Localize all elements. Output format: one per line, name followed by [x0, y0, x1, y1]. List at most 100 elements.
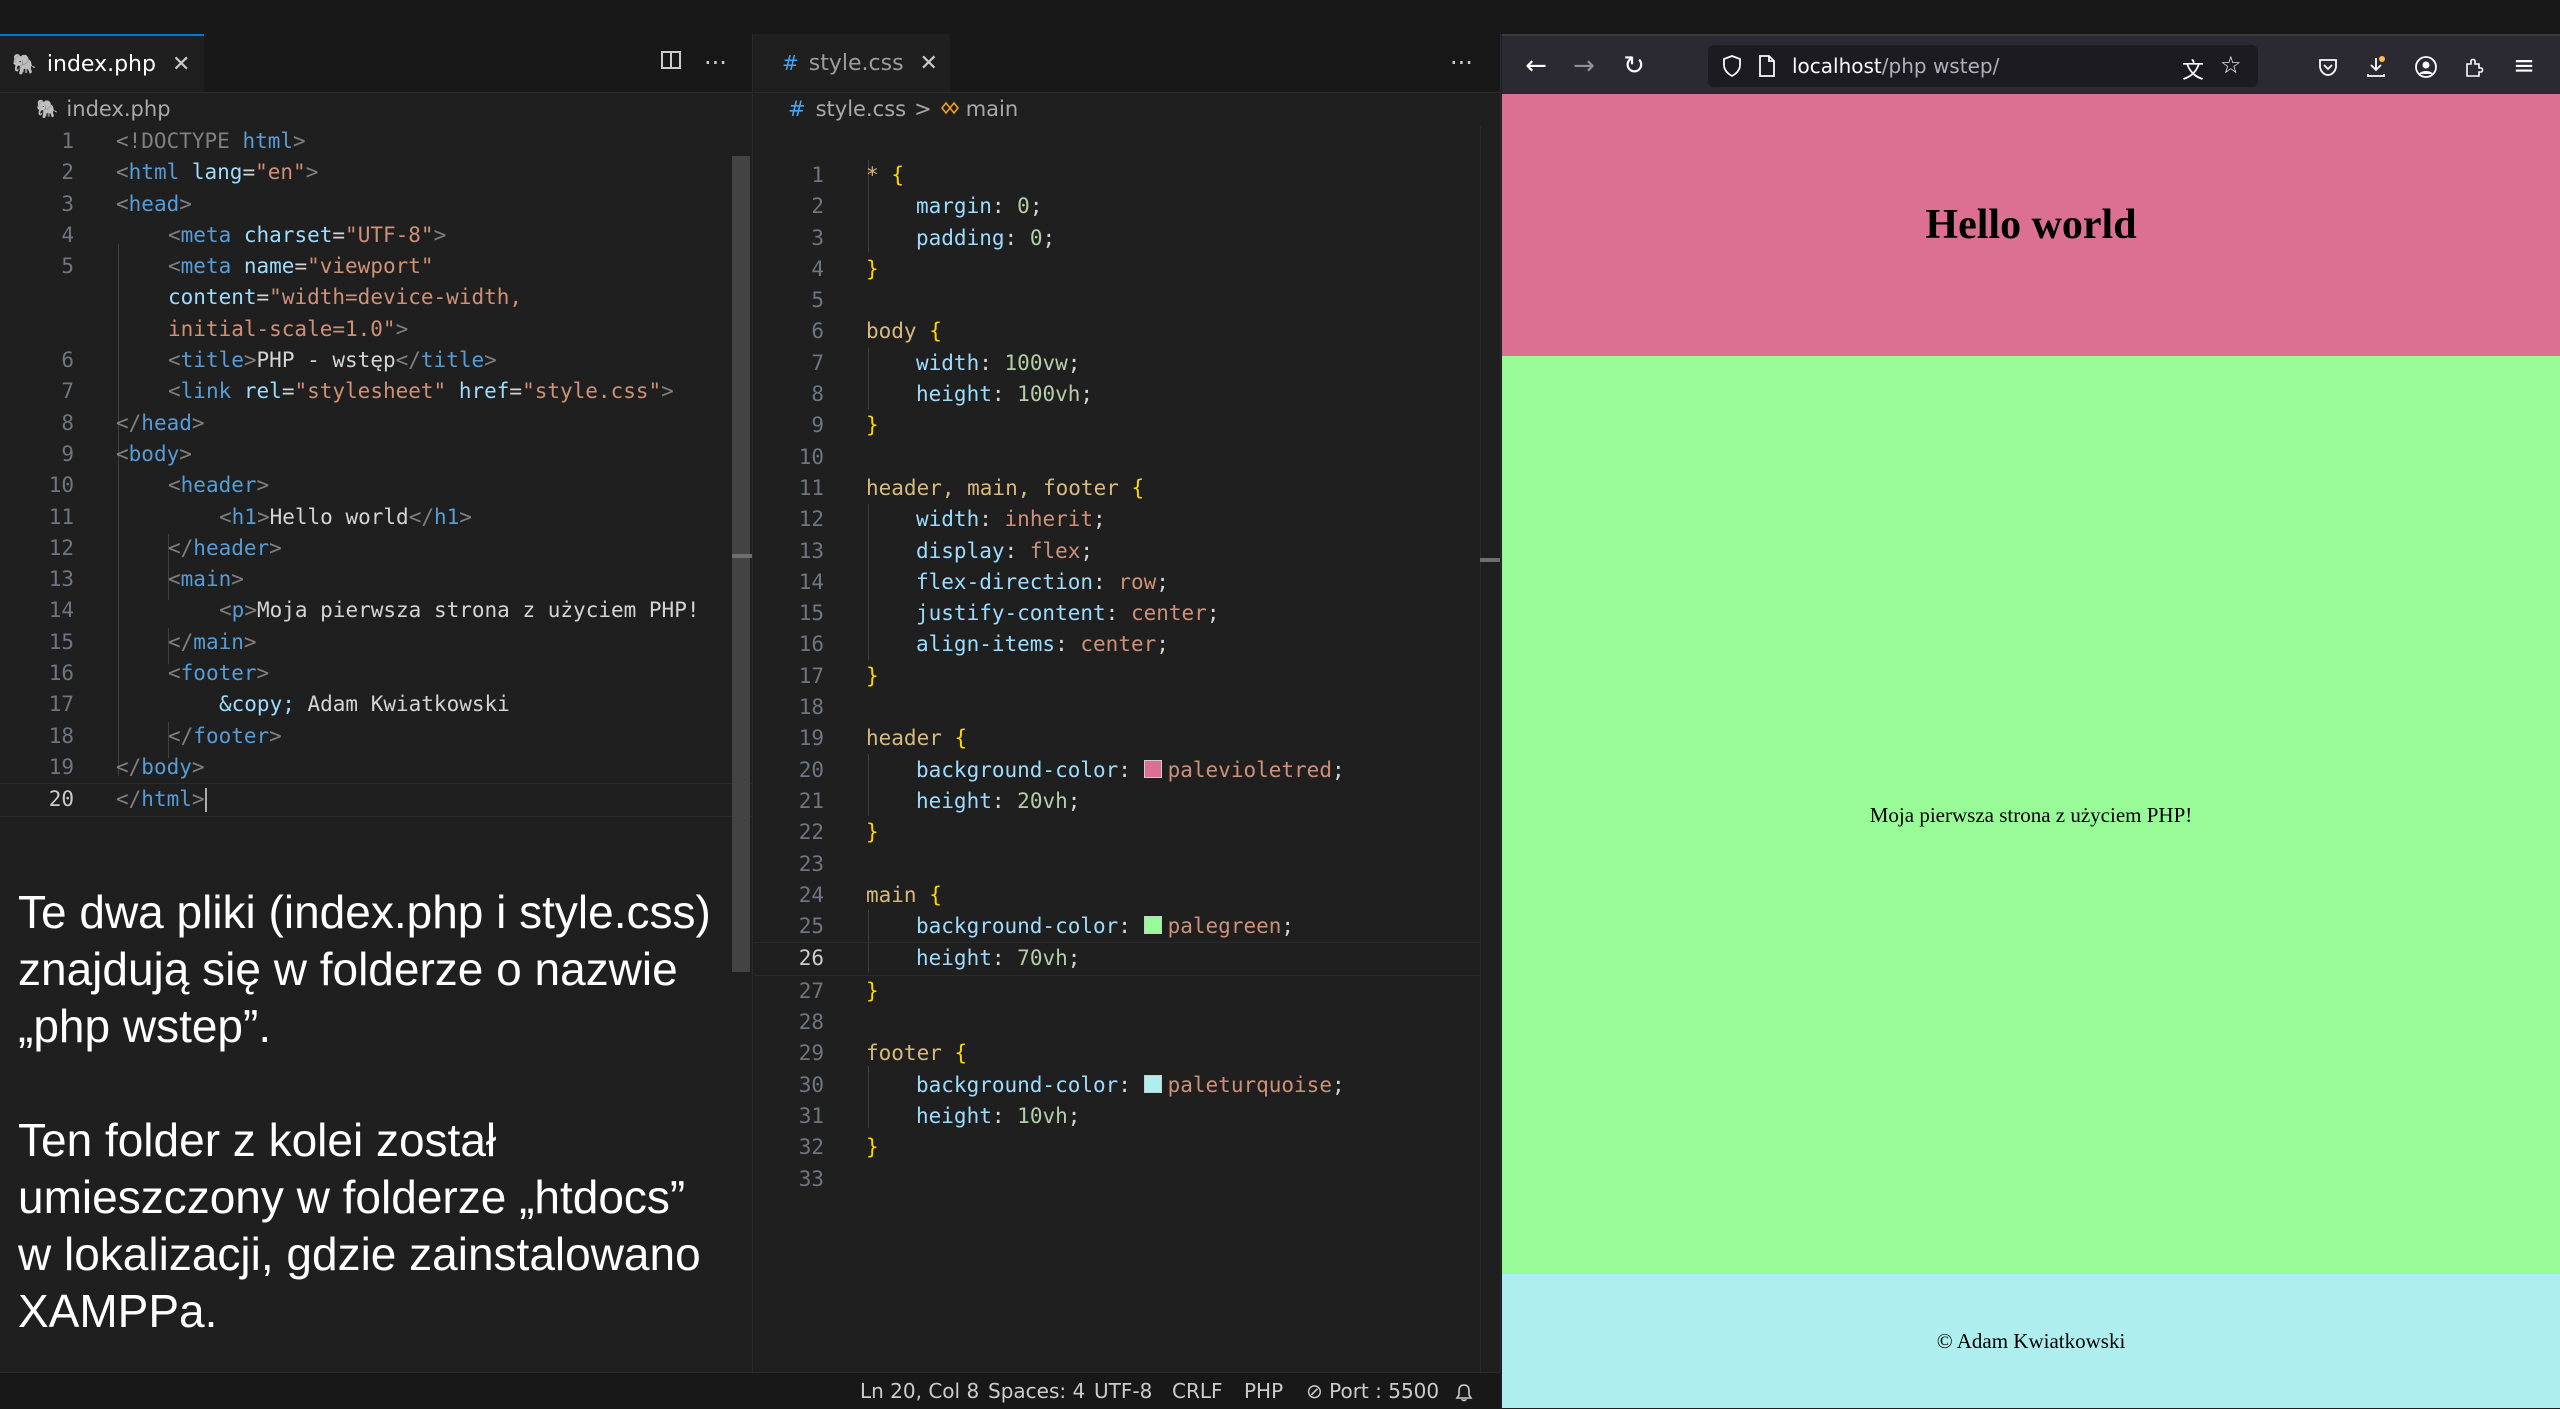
code-line: 17 &copy; Adam Kwiatkowski: [48, 692, 510, 717]
code-line: 31 height: 10vh;: [798, 1103, 1081, 1128]
code-line: 17}: [798, 663, 879, 688]
bookmark-star-icon[interactable]: ☆: [2220, 51, 2242, 79]
code-line: 11 header, main, footer {: [798, 475, 1145, 500]
notifications-bell-icon[interactable]: [1454, 1373, 1474, 1409]
code-line: 10 <header>: [48, 473, 270, 498]
code-editor[interactable]: 1 <!DOCTYPE html> 2 <html lang="en"> 3 <hea…: [0, 126, 752, 817]
code-line: 28: [798, 1010, 824, 1035]
code-line: 9 <body>: [61, 441, 192, 466]
tab-style-css[interactable]: # style.css ✕: [754, 34, 950, 92]
code-editor[interactable]: 1 * { 2 margin: 0; 3 padding: 0; 4} 5 6 body…: [754, 160, 1500, 1195]
close-icon[interactable]: ✕: [920, 51, 938, 76]
close-icon[interactable]: ✕: [172, 52, 190, 77]
reload-icon[interactable]: ↻: [1614, 36, 1654, 96]
shield-icon[interactable]: [1722, 55, 1742, 81]
explanation-note: Te dwa pliki (index.php i style.css) zna…: [18, 884, 728, 1397]
downloads-icon[interactable]: [2356, 36, 2396, 96]
line-ending[interactable]: CRLF: [1172, 1373, 1223, 1409]
translate-icon[interactable]: 文: [2182, 53, 2204, 85]
php-file-icon: 🐘: [12, 52, 37, 76]
more-actions-icon[interactable]: ···: [1450, 49, 1473, 77]
url-text[interactable]: localhost/php wstep/: [1792, 45, 1999, 87]
css-file-icon: #: [782, 51, 799, 75]
tab-label: style.css: [808, 50, 904, 76]
encoding[interactable]: UTF-8: [1094, 1373, 1152, 1409]
tab-bar: # style.css ✕ ···: [754, 34, 1500, 93]
code-line: 18: [798, 695, 824, 720]
code-line: 12 </header>: [48, 535, 282, 560]
code-line: 33: [798, 1166, 824, 1191]
status-bar: Ln 20, Col 8 Spaces: 4 UTF-8 CRLF PHP ⊘ …: [0, 1372, 1500, 1409]
indentation[interactable]: Spaces: 4: [988, 1373, 1085, 1409]
code-line-current: 26 height: 70vh;: [754, 942, 1500, 976]
code-line: 14 flex-direction: row;: [798, 569, 1169, 594]
code-line: 2 <html lang="en">: [61, 160, 319, 185]
tab-bar: 🐘 index.php ✕ ···: [0, 34, 752, 93]
page-heading: Hello world: [1925, 202, 2137, 248]
browser-window: ← → ↻ localhost/php wstep/ 文 ☆ ≡ Hello w…: [1502, 34, 2560, 1408]
breadcrumb-separator: >: [914, 97, 932, 121]
code-line-wrap: initial-scale=1.0">: [168, 316, 409, 341]
code-line: 15 </main>: [48, 629, 257, 654]
tab-index-php[interactable]: 🐘 index.php ✕: [0, 34, 204, 92]
code-line: 16 align-items: center;: [798, 632, 1169, 657]
code-line: 3 <head>: [61, 191, 192, 216]
code-line: 30 background-color: paleturquoise;: [798, 1072, 1345, 1097]
code-line: 13 display: flex;: [798, 538, 1094, 563]
extensions-icon[interactable]: [2454, 36, 2494, 96]
editor-actions: ···: [660, 34, 727, 92]
page-paragraph: Moja pierwsza strona z użyciem PHP!: [1869, 802, 2193, 827]
back-arrow-icon[interactable]: ←: [1516, 36, 1556, 96]
split-editor-icon[interactable]: [660, 49, 682, 77]
code-line: 8 </head>: [61, 410, 205, 435]
code-line: 21 height: 20vh;: [798, 788, 1081, 813]
code-line: 14 <p>Moja pierwsza strona z użyciem PHP!: [48, 598, 700, 623]
code-line: 9}: [811, 413, 879, 438]
breadcrumb: # style.css > main: [754, 92, 1500, 126]
scrollbar[interactable]: [1480, 126, 1500, 1372]
account-icon[interactable]: [2406, 36, 2446, 96]
browser-toolbar: ← → ↻ localhost/php wstep/ 文 ☆ ≡: [1502, 34, 2560, 94]
code-line: 23: [798, 851, 824, 876]
code-line: 7 width: 100vw;: [811, 350, 1081, 375]
breadcrumb-symbol[interactable]: main: [966, 97, 1018, 121]
address-bar[interactable]: localhost/php wstep/ 文 ☆: [1708, 45, 2258, 87]
forward-arrow-icon[interactable]: →: [1564, 36, 1604, 96]
pocket-icon[interactable]: [2308, 36, 2348, 96]
color-swatch[interactable]: [1143, 916, 1162, 935]
editor-actions: ···: [1450, 34, 1473, 92]
scrollbar-marker: [732, 554, 752, 558]
code-line-current: 20 </html>: [0, 783, 752, 817]
code-line: 32}: [798, 1135, 879, 1160]
editor-pane-style-css: # style.css ✕ ··· # style.css > main 1 * …: [754, 34, 1501, 1372]
breadcrumb-file[interactable]: index.php: [66, 97, 170, 121]
scrollbar-marker: [1480, 558, 1500, 562]
breadcrumb: 🐘 index.php: [0, 92, 752, 126]
scrollbar[interactable]: [732, 126, 750, 1372]
color-swatch[interactable]: [1143, 1074, 1162, 1093]
code-line: 4 <meta charset="UTF-8">: [61, 222, 447, 247]
code-line: 12 width: inherit;: [798, 507, 1106, 532]
live-server-port[interactable]: ⊘ Port : 5500: [1306, 1373, 1439, 1409]
symbol-icon: [940, 97, 960, 121]
page-icon[interactable]: [1758, 55, 1776, 81]
code-line: 22}: [798, 820, 879, 845]
code-line: 29 footer {: [798, 1041, 968, 1066]
breadcrumb-file[interactable]: style.css: [816, 97, 906, 121]
note-paragraph: Te dwa pliki (index.php i style.css) zna…: [18, 886, 711, 1052]
language-mode[interactable]: PHP: [1244, 1373, 1283, 1409]
code-line: 1 <!DOCTYPE html>: [61, 129, 306, 153]
code-line: 15 justify-content: center;: [798, 601, 1220, 626]
tab-label: index.php: [46, 51, 156, 77]
code-line: 19 header {: [798, 726, 968, 751]
menu-icon[interactable]: ≡: [2504, 36, 2544, 96]
color-swatch[interactable]: [1143, 759, 1162, 778]
port-icon: ⊘: [1306, 1379, 1323, 1403]
window-top-strip: [0, 0, 2560, 34]
page-header: Hello world: [1502, 94, 2560, 356]
scrollbar-thumb[interactable]: [732, 156, 750, 972]
more-actions-icon[interactable]: ···: [704, 49, 727, 77]
text-cursor: [204, 788, 207, 813]
code-line: 6 <title>PHP - wstęp</title>: [61, 348, 497, 373]
cursor-position[interactable]: Ln 20, Col 8: [860, 1373, 979, 1409]
